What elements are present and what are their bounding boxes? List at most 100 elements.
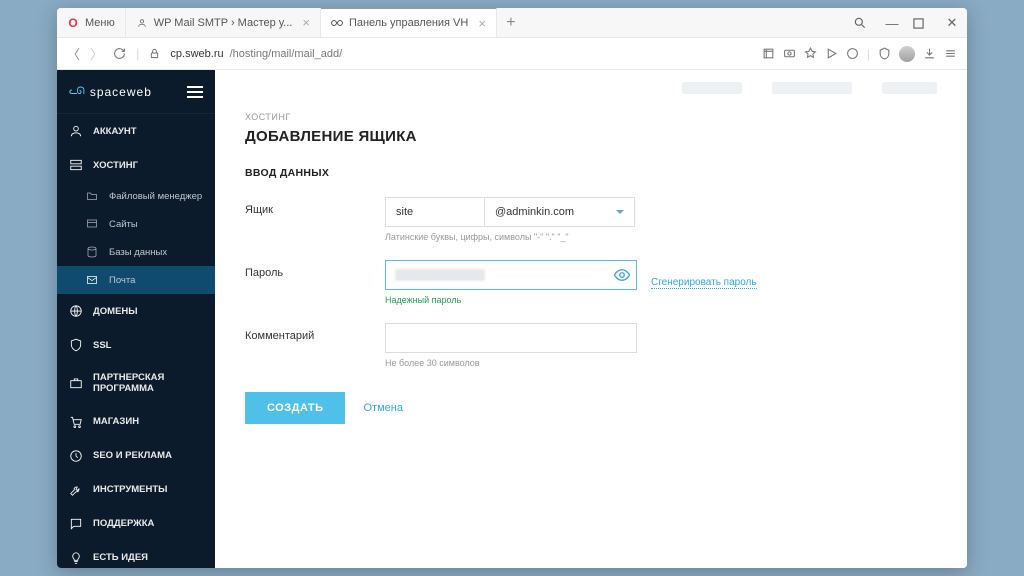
spaceweb-favicon <box>331 17 343 29</box>
person-icon <box>136 17 148 29</box>
sidebar-item-sites[interactable]: Сайты <box>57 210 215 238</box>
logo-icon: ᓚᘏ <box>69 86 84 97</box>
mailbox-input[interactable] <box>385 197 485 227</box>
main-panel: ХОСТИНГ ДОБАВЛЕНИЕ ЯЩИКА ВВОД ДАННЫХ Ящи… <box>215 106 967 444</box>
close-tab-icon[interactable]: × <box>302 15 310 30</box>
breadcrumb: ХОСТИНГ <box>245 112 937 122</box>
download-icon[interactable] <box>923 47 936 60</box>
ext-icon[interactable] <box>804 47 817 60</box>
minimize-icon[interactable]: — <box>883 16 901 31</box>
database-icon <box>85 245 99 259</box>
hamburger-icon[interactable] <box>187 86 203 98</box>
ext-icon[interactable] <box>783 47 796 60</box>
sidebar-label: Файловый менеджер <box>109 191 202 202</box>
sidebar-item-shop[interactable]: МАГАЗИН <box>57 405 215 439</box>
generate-password-link[interactable]: Сгенерировать пароль <box>651 277 757 289</box>
sidebar-item-idea[interactable]: ЕСТЬ ИДЕЯ <box>57 541 215 568</box>
eye-icon[interactable] <box>613 266 629 282</box>
header-item-blur <box>882 82 937 94</box>
url-path: /hosting/mail/mail_add/ <box>230 48 343 60</box>
sidebar-item-partner[interactable]: ПАРТНЕРСКАЯ ПРОГРАММА <box>57 362 215 405</box>
divider: | <box>867 47 870 61</box>
sidebar-item-mail[interactable]: Почта <box>57 266 215 294</box>
create-button[interactable]: СОЗДАТЬ <box>245 392 345 424</box>
lightbulb-icon <box>69 551 83 565</box>
sidebar-item-databases[interactable]: Базы данных <box>57 238 215 266</box>
shield-icon <box>69 338 83 352</box>
add-tab-button[interactable]: + <box>497 9 525 37</box>
url-host: cp.sweb.ru <box>170 48 223 60</box>
reload-icon[interactable] <box>113 47 126 60</box>
opera-icon: O <box>67 17 79 29</box>
label-mailbox: Ящик <box>245 197 385 242</box>
avatar-icon[interactable] <box>899 46 915 62</box>
domain-selected: @adminkin.com <box>495 206 574 218</box>
search-icon[interactable] <box>853 16 871 30</box>
sidebar: ᓚᘏ spaceweb АККАУНТ ХОСТИНГ Файловый мен… <box>57 70 215 568</box>
sidebar-label: ДОМЕНЫ <box>93 306 138 317</box>
sidebar-item-seo[interactable]: SEO И РЕКЛАМА <box>57 439 215 473</box>
row-comment: Комментарий Не более 30 символов <box>245 323 937 368</box>
row-password: Пароль Надежный пароль <box>245 260 937 305</box>
header-item-blur <box>772 82 852 94</box>
sidebar-item-filemanager[interactable]: Файловый менеджер <box>57 182 215 210</box>
page-title: ДОБАВЛЕНИЕ ЯЩИКА <box>245 128 937 145</box>
chat-icon <box>69 517 83 531</box>
tab-wpmail[interactable]: WP Mail SMTP › Мастер у... × <box>126 8 321 38</box>
server-icon <box>69 158 83 172</box>
sidebar-item-domains[interactable]: ДОМЕНЫ <box>57 294 215 328</box>
cart-icon <box>69 415 83 429</box>
sidebar-item-support[interactable]: ПОДДЕРЖКА <box>57 507 215 541</box>
browser-window: O Меню WP Mail SMTP › Мастер у... × Пане… <box>57 8 967 568</box>
globe-icon <box>69 304 83 318</box>
mail-icon <box>85 273 99 287</box>
lock-icon <box>149 48 160 59</box>
mailbox-hint: Латинские буквы, цифры, символы "-" "." … <box>385 232 635 242</box>
menu-dots-icon[interactable] <box>944 47 957 60</box>
cancel-link[interactable]: Отмена <box>363 402 402 414</box>
tab-label: Панель управления VH <box>349 17 468 29</box>
logo: ᓚᘏ spaceweb <box>69 85 152 99</box>
tab-menu[interactable]: O Меню <box>57 8 126 38</box>
back-icon[interactable]: 〈 <box>67 44 80 63</box>
sidebar-item-tools[interactable]: ИНСТРУМЕНТЫ <box>57 473 215 507</box>
ext-icon[interactable] <box>825 47 838 60</box>
password-hint: Надежный пароль <box>385 295 637 305</box>
sidebar-label: ПАРТНЕРСКАЯ ПРОГРАММА <box>93 372 203 395</box>
form-actions: СОЗДАТЬ Отмена <box>245 392 937 424</box>
divider: | <box>136 46 139 61</box>
label-comment: Комментарий <box>245 323 385 368</box>
sidebar-label: ЕСТЬ ИДЕЯ <box>93 552 148 563</box>
url-field[interactable]: cp.sweb.ru/hosting/mail/mail_add/ <box>170 48 751 60</box>
sidebar-label: АККАУНТ <box>93 126 137 137</box>
tab-panel-vh[interactable]: Панель управления VH × <box>321 8 497 37</box>
password-value-blur <box>395 269 485 281</box>
sidebar-item-account[interactable]: АККАУНТ <box>57 114 215 148</box>
tab-bar: O Меню WP Mail SMTP › Мастер у... × Пане… <box>57 8 967 38</box>
close-window-icon[interactable]: ✕ <box>943 15 961 31</box>
ext-icon[interactable] <box>878 47 891 60</box>
sidebar-label: ХОСТИНГ <box>93 160 138 171</box>
maximize-icon[interactable] <box>913 18 931 29</box>
forward-icon: 〉 <box>90 44 103 63</box>
sidebar-item-hosting[interactable]: ХОСТИНГ <box>57 148 215 182</box>
close-tab-icon[interactable]: × <box>478 16 486 31</box>
sidebar-label: ПОДДЕРЖКА <box>93 518 154 529</box>
user-icon <box>69 124 83 138</box>
page-body: ᓚᘏ spaceweb АККАУНТ ХОСТИНГ Файловый мен… <box>57 70 967 568</box>
section-heading: ВВОД ДАННЫХ <box>245 167 937 179</box>
sidebar-menu: АККАУНТ ХОСТИНГ Файловый менеджер Сайты … <box>57 114 215 568</box>
domain-select[interactable]: @adminkin.com <box>485 197 635 227</box>
sidebar-label: SSL <box>93 340 111 351</box>
sidebar-label: Сайты <box>109 219 138 230</box>
window-controls: — ✕ <box>853 8 961 38</box>
sidebar-item-ssl[interactable]: SSL <box>57 328 215 362</box>
briefcase-icon <box>69 376 83 390</box>
ext-icon[interactable] <box>846 47 859 60</box>
address-bar: 〈 〉 | cp.sweb.ru/hosting/mail/mail_add/ … <box>57 38 967 70</box>
comment-input[interactable] <box>385 323 637 353</box>
wrench-icon <box>69 483 83 497</box>
sidebar-label: SEO И РЕКЛАМА <box>93 450 172 461</box>
ext-icon[interactable] <box>762 47 775 60</box>
megaphone-icon <box>69 449 83 463</box>
